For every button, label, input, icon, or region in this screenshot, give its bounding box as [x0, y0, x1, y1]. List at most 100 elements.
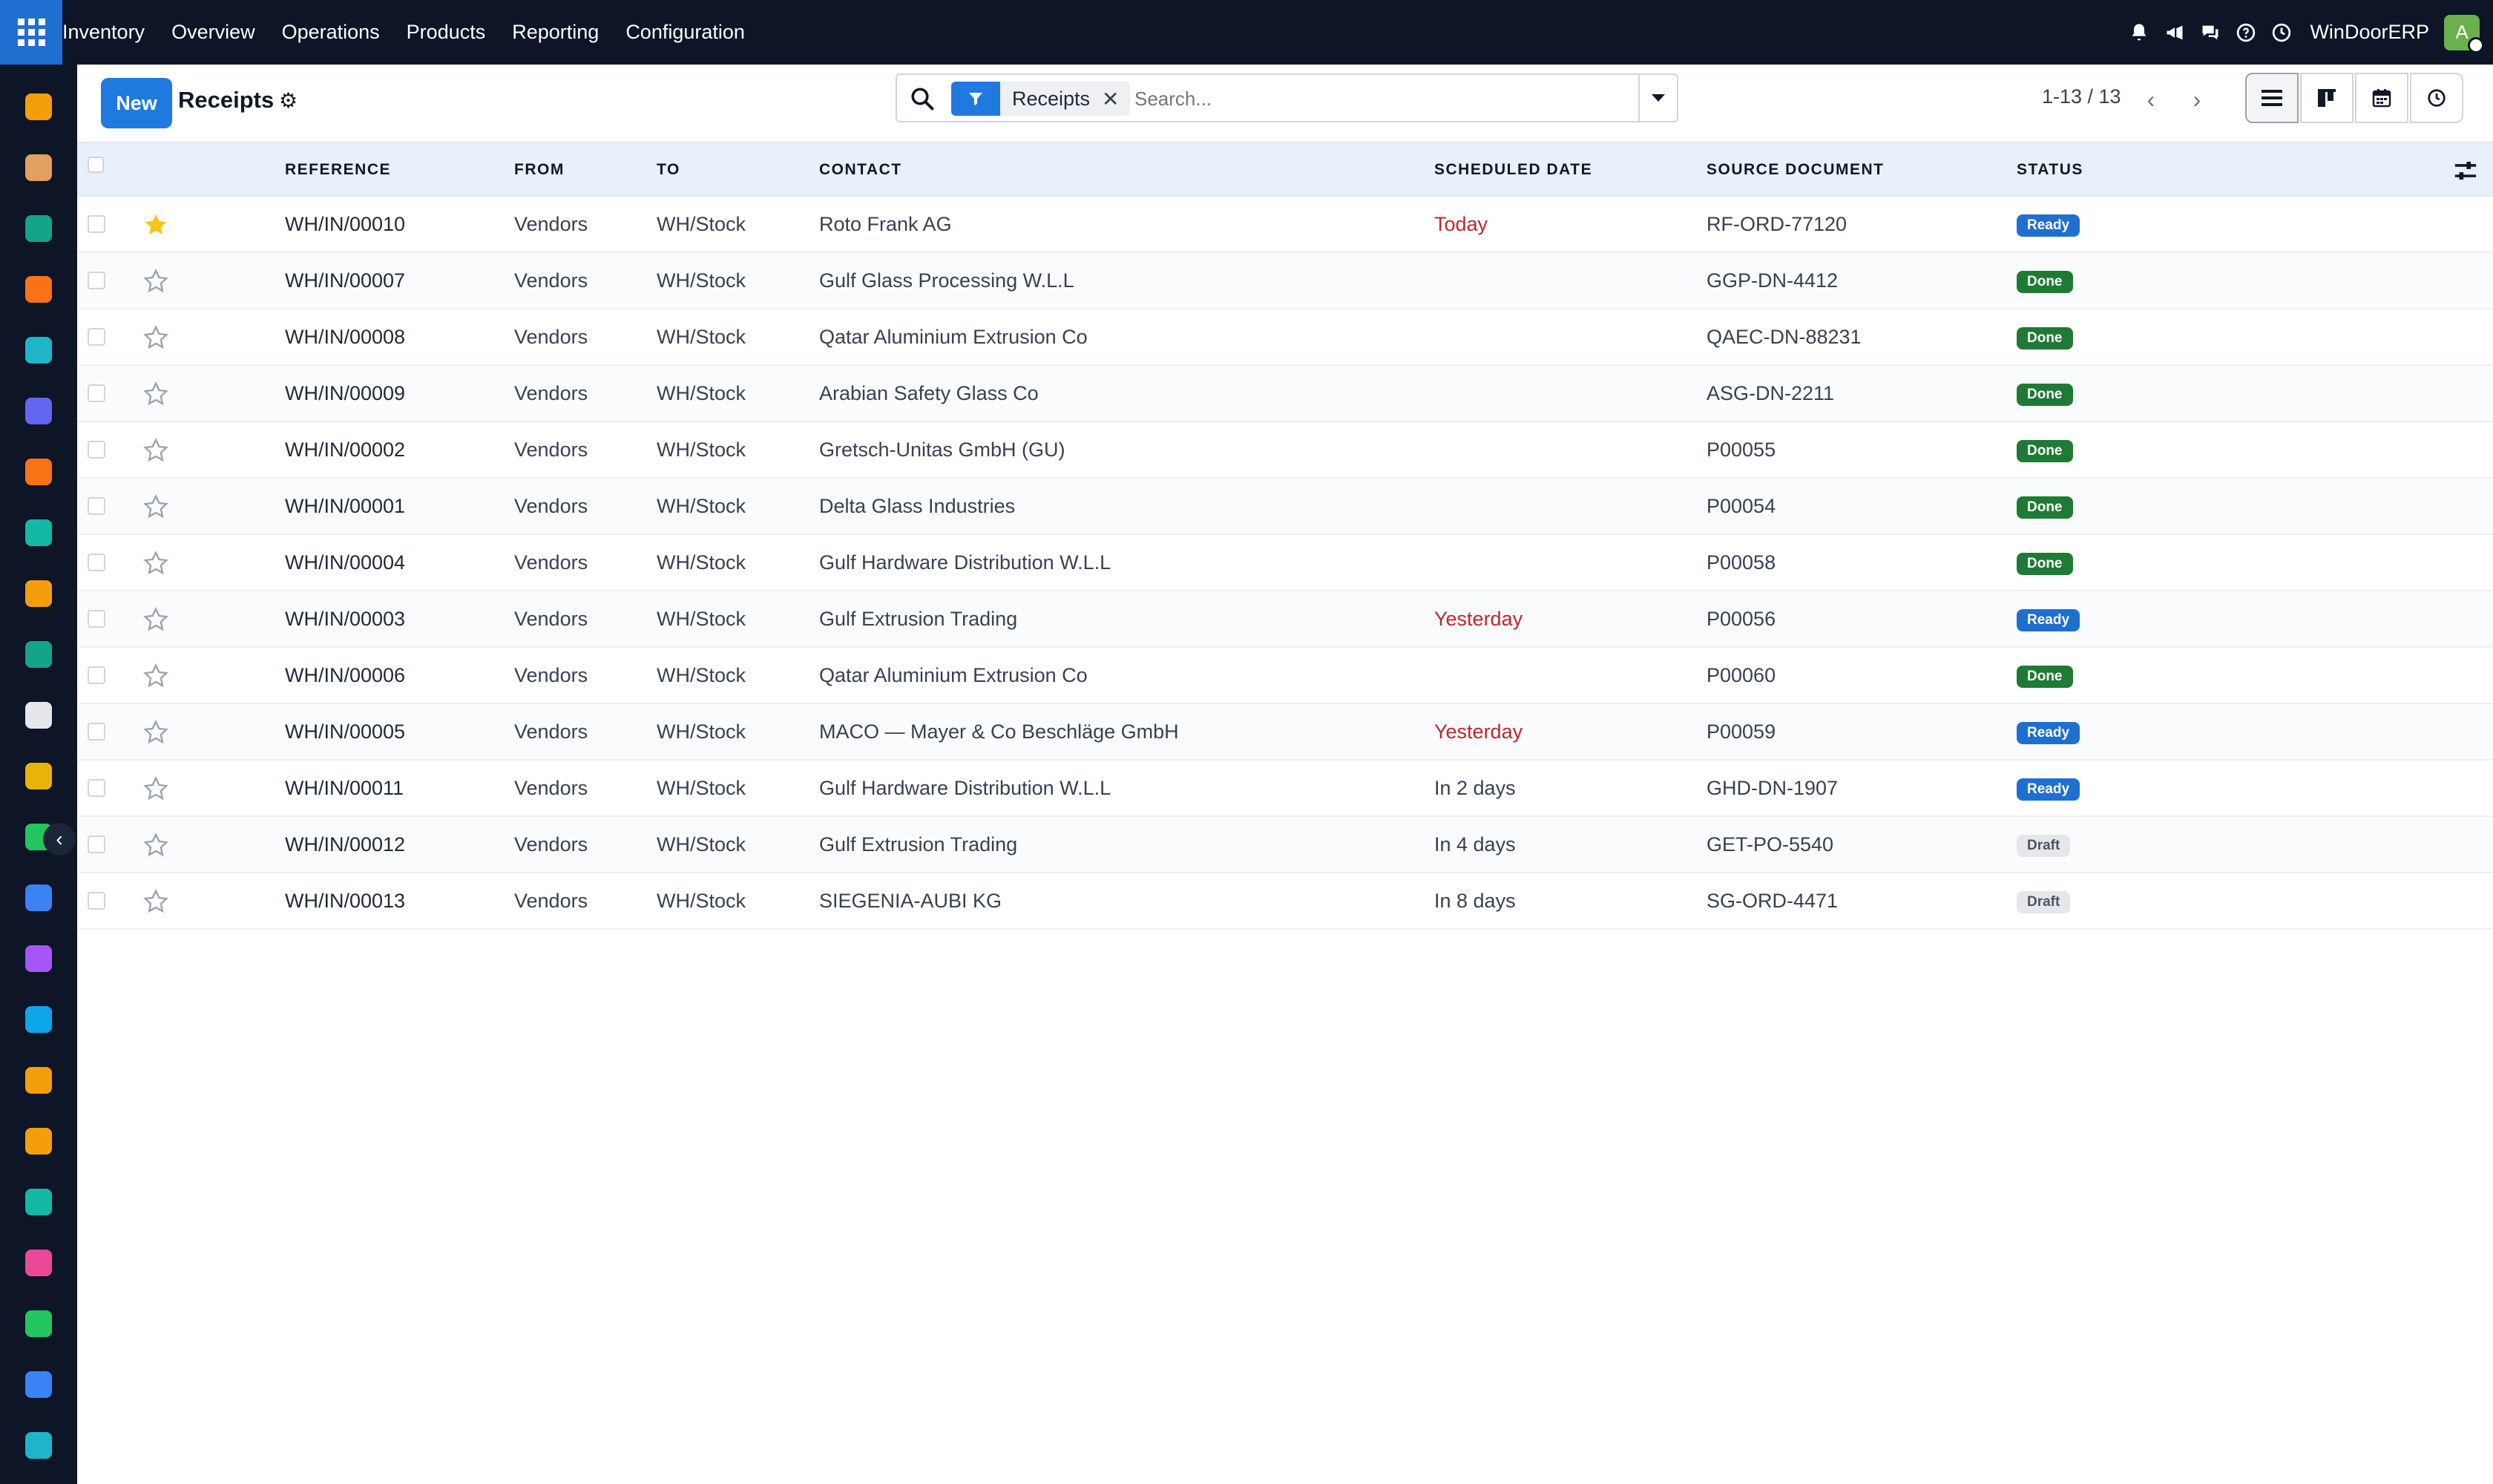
table-row[interactable]: WH/IN/00006 Vendors WH/Stock Qatar Aluminiu…	[77, 648, 2493, 704]
table-row[interactable]: WH/IN/00005 Vendors WH/Stock MACO — Mayer &…	[77, 704, 2493, 761]
pager-value[interactable]: 1-13 / 13	[2042, 85, 2121, 108]
reporting-app-icon[interactable]	[25, 580, 52, 607]
star-icon[interactable]	[142, 719, 169, 746]
invoicing-app-icon[interactable]	[25, 1006, 52, 1033]
list-view-button[interactable]	[2245, 73, 2299, 123]
sales-app-icon[interactable]	[25, 93, 52, 120]
timer-app-icon[interactable]	[25, 1371, 52, 1398]
cell-source-document: GGP-DN-4412	[1707, 269, 1839, 292]
row-checkbox[interactable]	[88, 328, 105, 346]
column-settings-icon[interactable]	[2453, 158, 2478, 183]
star-icon[interactable]	[142, 888, 169, 915]
column-header-source-document[interactable]: SOURCE DOCUMENT	[1707, 143, 1885, 197]
column-header-contact[interactable]: CONTACT	[819, 143, 902, 197]
contacts-app-icon[interactable]	[25, 215, 52, 242]
cube-app-icon[interactable]	[25, 702, 52, 729]
table-row[interactable]: WH/IN/00004 Vendors WH/Stock Gulf Hardware …	[77, 535, 2493, 591]
column-header-scheduled-date[interactable]: SCHEDULED DATE	[1434, 143, 1592, 197]
help-icon[interactable]	[2228, 0, 2264, 65]
close-icon[interactable]: ✕	[1102, 87, 1129, 111]
studio-app-icon[interactable]	[25, 154, 52, 181]
row-checkbox[interactable]	[88, 892, 105, 910]
star-icon[interactable]	[142, 437, 169, 464]
table-row[interactable]: WH/IN/00013 Vendors WH/Stock SIEGENIA-AUBI …	[77, 873, 2493, 930]
pager-previous-button[interactable]: ‹	[2128, 76, 2174, 122]
star-icon[interactable]	[142, 550, 169, 577]
search-options-toggle[interactable]	[1638, 75, 1677, 121]
table-row[interactable]: WH/IN/00012 Vendors WH/Stock Gulf Extrusion…	[77, 817, 2493, 873]
star-icon[interactable]	[142, 268, 169, 295]
column-header-to[interactable]: TO	[657, 143, 680, 197]
star-icon[interactable]	[142, 606, 169, 633]
repair-app-icon[interactable]	[25, 945, 52, 972]
column-header-status[interactable]: STATUS	[2017, 143, 2083, 197]
website-app-icon[interactable]	[25, 337, 52, 364]
row-checkbox[interactable]	[88, 384, 105, 402]
live-chat-app-icon[interactable]	[25, 459, 52, 485]
column-header-from[interactable]: FROM	[514, 143, 565, 197]
star-icon[interactable]	[142, 663, 169, 689]
calendar-app-icon[interactable]	[25, 1128, 52, 1155]
cell-contact: Qatar Aluminium Extrusion Co	[819, 326, 1088, 348]
column-header-reference[interactable]: REFERENCE	[285, 143, 391, 197]
employees-app-icon[interactable]	[25, 641, 52, 668]
megaphone-icon[interactable]	[2157, 0, 2193, 65]
row-checkbox[interactable]	[88, 835, 105, 853]
row-checkbox[interactable]	[88, 610, 105, 628]
user-avatar[interactable]: A	[2444, 14, 2484, 53]
table-row[interactable]: WH/IN/00007 Vendors WH/Stock Gulf Glass Pro…	[77, 253, 2493, 309]
pager-next-button[interactable]: ›	[2174, 76, 2220, 122]
row-checkbox[interactable]	[88, 779, 105, 797]
star-icon[interactable]	[142, 832, 169, 858]
activity-view-button[interactable]	[2410, 73, 2463, 123]
search-input[interactable]	[1134, 85, 1609, 112]
select-all-checkbox[interactable]	[88, 157, 104, 173]
table-row[interactable]: WH/IN/00010 Vendors WH/Stock Roto Frank AG T…	[77, 197, 2493, 253]
star-icon[interactable]	[142, 493, 169, 520]
studio2-app-icon[interactable]	[25, 763, 52, 789]
app-switcher-button[interactable]	[0, 0, 62, 65]
menu-overview[interactable]: Overview	[158, 0, 269, 65]
row-checkbox[interactable]	[88, 215, 105, 233]
star-icon[interactable]	[142, 324, 169, 351]
knowledge-app-icon[interactable]	[25, 884, 52, 911]
collapse-dock-button[interactable]: ‹	[43, 823, 76, 856]
table-row[interactable]: WH/IN/00002 Vendors WH/Stock Gretsch-Unitas…	[77, 422, 2493, 479]
row-checkbox[interactable]	[88, 723, 105, 741]
bell-icon[interactable]	[2121, 0, 2157, 65]
table-row[interactable]: WH/IN/00003 Vendors WH/Stock Gulf Extrusion…	[77, 591, 2493, 648]
menu-products[interactable]: Products	[393, 0, 499, 65]
table-row[interactable]: WH/IN/00008 Vendors WH/Stock Qatar Aluminiu…	[77, 309, 2493, 366]
dashboard-app-icon[interactable]	[25, 1250, 52, 1276]
menu-operations[interactable]: Operations	[269, 0, 393, 65]
whatsapp-app-icon[interactable]	[25, 1310, 52, 1337]
team-app-icon[interactable]	[25, 1067, 52, 1094]
row-checkbox[interactable]	[88, 666, 105, 684]
row-checkbox[interactable]	[88, 554, 105, 571]
row-checkbox[interactable]	[88, 441, 105, 459]
table-row[interactable]: WH/IN/00011 Vendors WH/Stock Gulf Hardware …	[77, 761, 2493, 817]
row-checkbox[interactable]	[88, 272, 105, 289]
row-checkbox[interactable]	[88, 497, 105, 515]
menu-reporting[interactable]: Reporting	[499, 0, 612, 65]
company-switcher[interactable]: WinDoorERP	[2310, 21, 2429, 44]
inventory-app-icon[interactable]	[25, 519, 52, 546]
email-marketing-app-icon[interactable]	[25, 398, 52, 424]
star-icon[interactable]	[142, 775, 169, 802]
menu-app-name[interactable]: Inventory	[62, 0, 158, 65]
website2-app-icon[interactable]	[25, 1432, 52, 1459]
star-icon[interactable]	[142, 381, 169, 407]
clock-icon[interactable]	[2264, 0, 2299, 65]
discuss-app-icon[interactable]	[25, 276, 52, 303]
search-icon[interactable]	[909, 85, 936, 112]
menu-configuration[interactable]: Configuration	[612, 0, 758, 65]
table-row[interactable]: WH/IN/00001 Vendors WH/Stock Delta Glass In…	[77, 479, 2493, 535]
kanban-view-button[interactable]	[2300, 73, 2354, 123]
table-row[interactable]: WH/IN/00009 Vendors WH/Stock Arabian Safety…	[77, 366, 2493, 422]
calendar-view-button[interactable]	[2355, 73, 2408, 123]
gear-icon[interactable]: ⚙	[279, 88, 298, 113]
new-button[interactable]: New	[101, 78, 172, 128]
sign-app-icon[interactable]	[25, 1189, 52, 1215]
star-icon[interactable]	[142, 211, 169, 238]
chat-icon[interactable]	[2193, 0, 2228, 65]
